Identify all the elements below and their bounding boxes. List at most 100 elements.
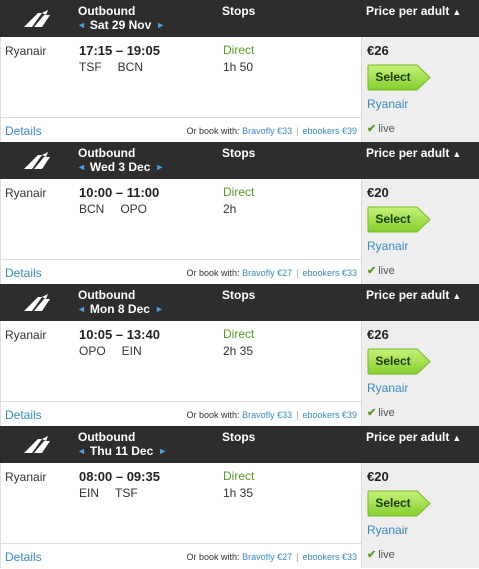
airline-name: Ryanair — [5, 470, 47, 484]
stops-column-header: Stops — [222, 430, 256, 444]
duration-value: 2h 35 — [223, 344, 254, 358]
price-value: €26 — [367, 43, 389, 58]
stops-column-header: Stops — [222, 288, 256, 302]
price-value: €20 — [367, 469, 389, 484]
or-book-with-label: Or book with: — [186, 410, 240, 420]
details-link[interactable]: Details — [5, 124, 42, 138]
outbound-label: Outbound — [78, 146, 136, 160]
price-sort-header[interactable]: Price per adult ▲ — [366, 288, 461, 302]
link-separator: | — [296, 410, 299, 420]
live-label: live — [378, 407, 395, 419]
seller-link[interactable]: Ryanair — [367, 239, 408, 253]
details-link[interactable]: Details — [5, 408, 42, 422]
prev-date-arrow-icon[interactable]: ◄ — [77, 304, 86, 314]
flight-times: 08:00 – 09:35 — [79, 469, 160, 484]
next-date-arrow-icon[interactable]: ► — [158, 446, 167, 456]
check-icon: ✔ — [367, 407, 377, 419]
select-button-label: Select — [375, 70, 411, 84]
details-link[interactable]: Details — [5, 266, 42, 280]
flight-results-list: Outbound ◄ Sat 29 Nov ► Stops Price per … — [0, 0, 479, 568]
flight-date: Wed 3 Dec — [89, 160, 151, 174]
prev-date-arrow-icon[interactable]: ◄ — [77, 162, 86, 172]
flight-footer: Details Or book with: Bravofly €33 | ebook… — [0, 118, 361, 142]
date-selector: ◄ Wed 3 Dec ► — [77, 160, 164, 174]
flight-footer: Details Or book with: Bravofly €33 | ebook… — [0, 402, 361, 426]
airport-codes: TSF BCN — [79, 60, 143, 74]
origin-code: EIN — [79, 486, 100, 500]
seller-link[interactable]: Ryanair — [367, 523, 408, 537]
bravofly-link[interactable]: Bravofly €27 — [242, 552, 292, 562]
flight-info: Ryanair 08:00 – 09:35 EIN TSF Direct 1h 3… — [0, 463, 361, 544]
flight-card: Outbound ◄ Mon 8 Dec ► Stops Price per a… — [0, 284, 479, 426]
seller-link[interactable]: Ryanair — [367, 97, 408, 111]
airline-name: Ryanair — [5, 44, 47, 58]
or-book-with-label: Or book with: — [186, 552, 240, 562]
next-date-arrow-icon[interactable]: ► — [155, 162, 164, 172]
origin-code: BCN — [79, 202, 105, 216]
live-label: live — [378, 549, 395, 561]
date-selector: ◄ Thu 11 Dec ► — [77, 444, 167, 458]
price-header-label: Price per adult — [366, 4, 450, 18]
destination-code: EIN — [121, 344, 142, 358]
stops-value: Direct — [223, 469, 255, 483]
flight-info: Ryanair 17:15 – 19:05 TSF BCN Direct 1h 5… — [0, 37, 361, 118]
price-sort-header[interactable]: Price per adult ▲ — [366, 146, 461, 160]
price-header-label: Price per adult — [366, 146, 450, 160]
live-status: ✔ live — [367, 548, 395, 561]
ebookers-link[interactable]: ebookers €39 — [302, 126, 357, 136]
bravofly-link[interactable]: Bravofly €33 — [242, 126, 292, 136]
flight-card: Outbound ◄ Thu 11 Dec ► Stops Price per … — [0, 426, 479, 568]
ryanair-logo-icon — [24, 294, 50, 311]
origin-code: OPO — [79, 344, 106, 358]
bravofly-link[interactable]: Bravofly €33 — [242, 410, 292, 420]
bravofly-link[interactable]: Bravofly €27 — [242, 268, 292, 278]
link-separator: | — [296, 126, 299, 136]
origin-code: TSF — [79, 60, 102, 74]
sort-asc-icon: ▲ — [452, 149, 462, 159]
seller-link[interactable]: Ryanair — [367, 381, 408, 395]
date-selector: ◄ Sat 29 Nov ► — [77, 18, 165, 32]
alternative-booking: Or book with: Bravofly €33 | ebookers €39 — [187, 410, 357, 420]
select-button-label: Select — [375, 212, 411, 226]
details-link[interactable]: Details — [5, 550, 42, 564]
flight-date: Mon 8 Dec — [89, 302, 150, 316]
select-button[interactable]: Select — [367, 490, 431, 517]
flight-times: 17:15 – 19:05 — [79, 43, 160, 58]
next-date-arrow-icon[interactable]: ► — [155, 304, 164, 314]
flight-date: Thu 11 Dec — [89, 444, 154, 458]
price-value: €20 — [367, 185, 389, 200]
flight-card: Outbound ◄ Sat 29 Nov ► Stops Price per … — [0, 0, 479, 142]
date-selector: ◄ Mon 8 Dec ► — [77, 302, 164, 316]
airport-codes: BCN OPO — [79, 202, 147, 216]
outbound-label: Outbound — [78, 288, 136, 302]
flight-info: Ryanair 10:05 – 13:40 OPO EIN Direct 2h 3… — [0, 321, 361, 402]
link-separator: | — [296, 552, 299, 562]
select-button[interactable]: Select — [367, 206, 431, 233]
flight-times: 10:00 – 11:00 — [79, 185, 160, 200]
prev-date-arrow-icon[interactable]: ◄ — [77, 446, 86, 456]
ebookers-link[interactable]: ebookers €33 — [302, 268, 357, 278]
ebookers-link[interactable]: ebookers €39 — [302, 410, 357, 420]
price-panel: €20 Select Ryanair ✔ live — [361, 463, 479, 568]
destination-code: BCN — [117, 60, 144, 74]
next-date-arrow-icon[interactable]: ► — [156, 20, 165, 30]
flight-times: 10:05 – 13:40 — [79, 327, 160, 342]
select-button-label: Select — [375, 496, 411, 510]
price-sort-header[interactable]: Price per adult ▲ — [366, 4, 461, 18]
ebookers-link[interactable]: ebookers €33 — [302, 552, 357, 562]
check-icon: ✔ — [367, 265, 377, 277]
flight-info: Ryanair 10:00 – 11:00 BCN OPO Direct 2h — [0, 179, 361, 260]
price-panel: €26 Select Ryanair ✔ live — [361, 321, 479, 426]
airline-name: Ryanair — [5, 186, 47, 200]
alternative-booking: Or book with: Bravofly €27 | ebookers €33 — [187, 552, 357, 562]
flight-header: Outbound ◄ Wed 3 Dec ► Stops Price per a… — [0, 142, 479, 179]
flight-date: Sat 29 Nov — [89, 18, 152, 32]
stops-value: Direct — [223, 327, 255, 341]
select-button[interactable]: Select — [367, 348, 431, 375]
ryanair-logo-icon — [24, 436, 50, 453]
price-sort-header[interactable]: Price per adult ▲ — [366, 430, 461, 444]
alternative-booking: Or book with: Bravofly €27 | ebookers €33 — [187, 268, 357, 278]
prev-date-arrow-icon[interactable]: ◄ — [77, 20, 86, 30]
select-button[interactable]: Select — [367, 64, 431, 91]
flight-card: Outbound ◄ Wed 3 Dec ► Stops Price per a… — [0, 142, 479, 284]
